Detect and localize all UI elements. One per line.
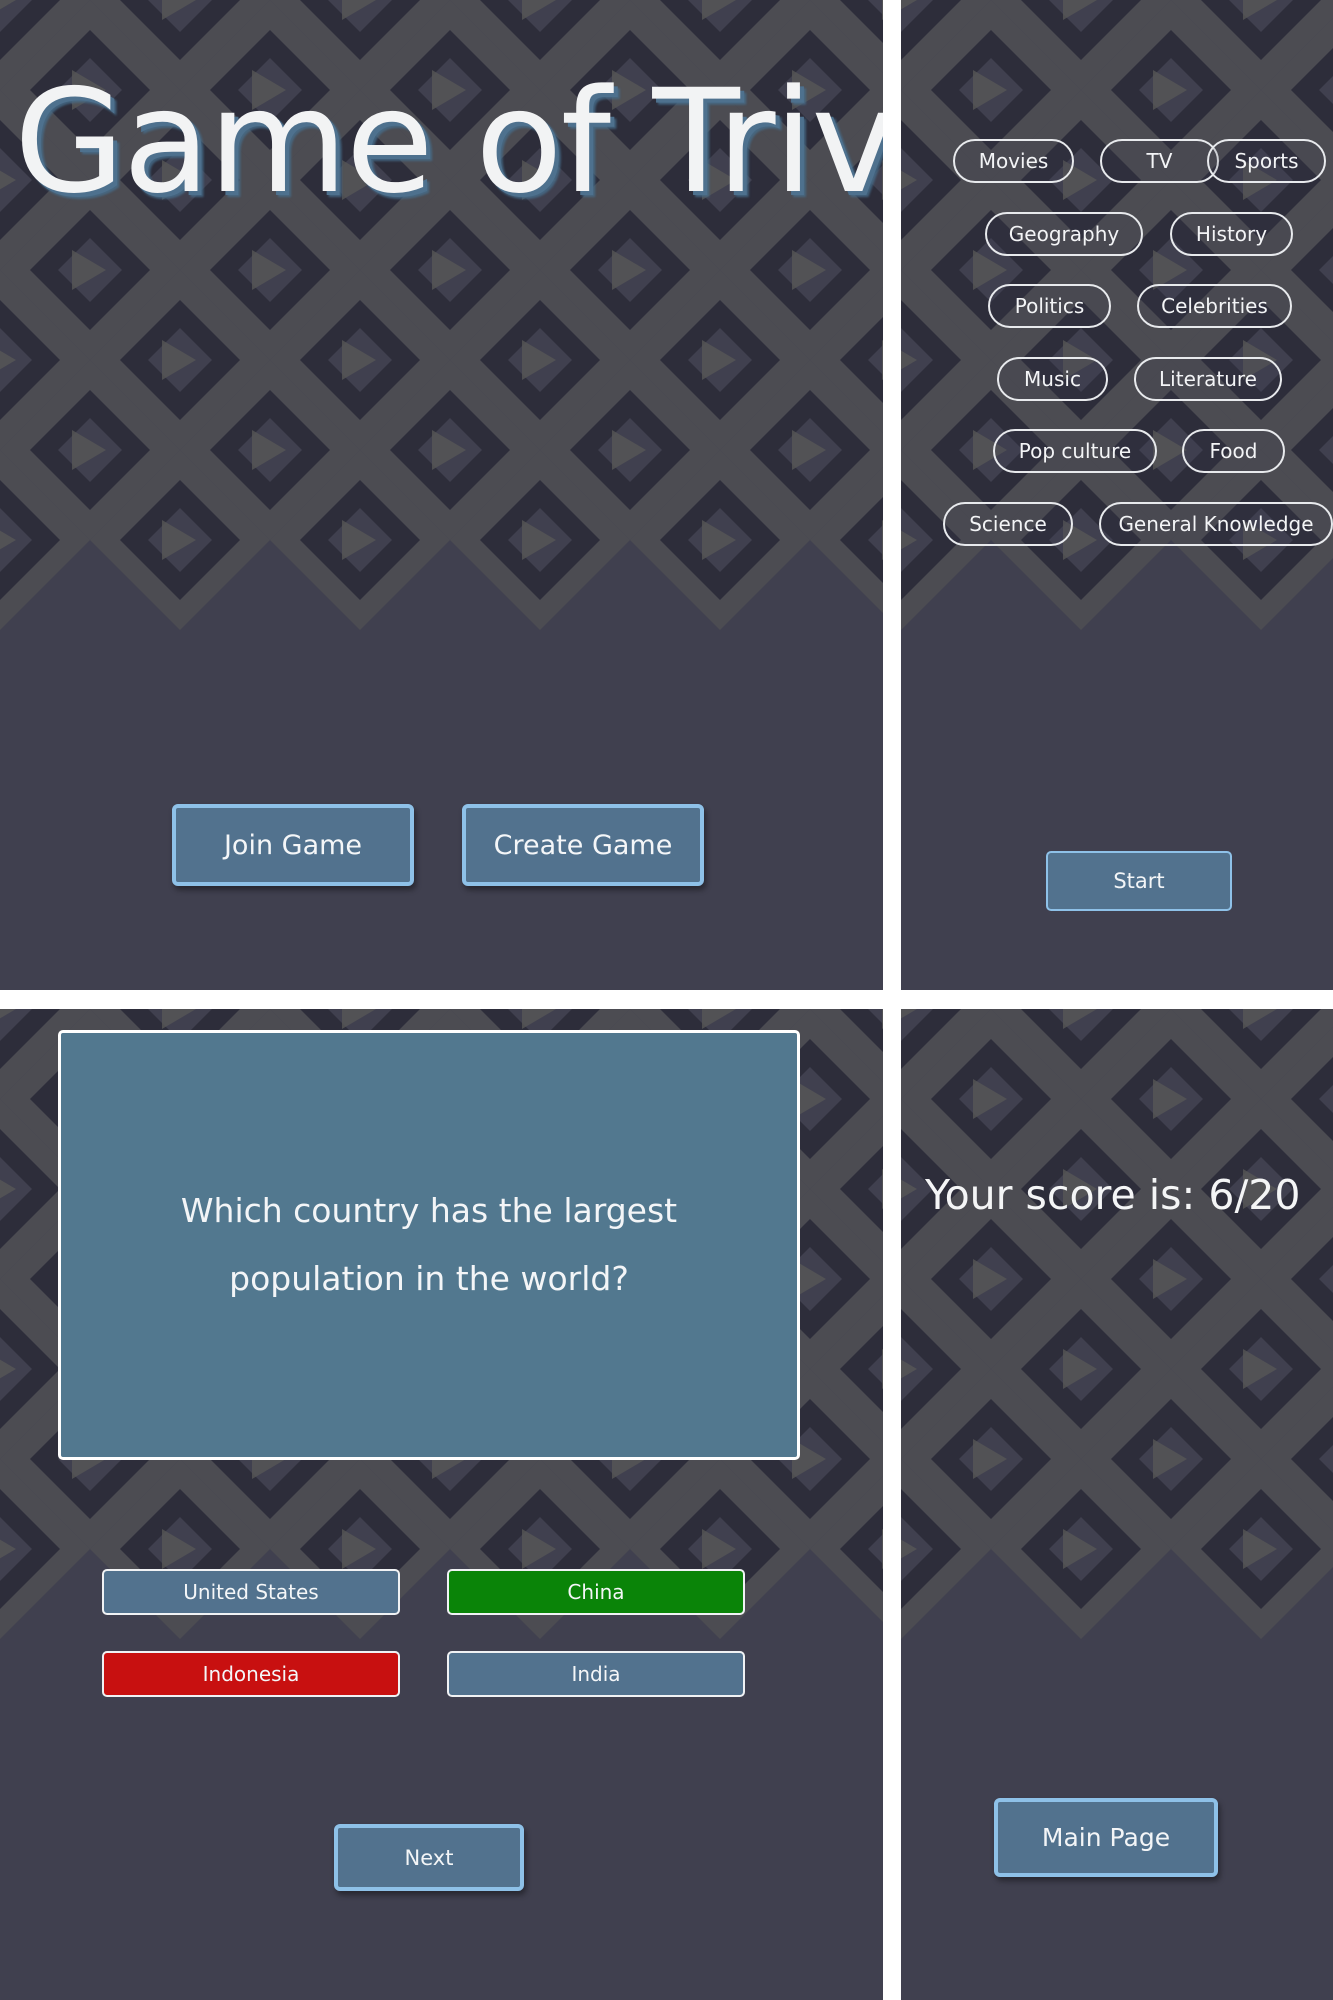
category-chip-sports[interactable]: Sports (1207, 139, 1326, 183)
category-chip-geography[interactable]: Geography (985, 212, 1143, 256)
category-chip-general-knowledge[interactable]: General Knowledge (1099, 502, 1333, 546)
category-chip-food[interactable]: Food (1182, 429, 1285, 473)
main-page-button[interactable]: Main Page (994, 1798, 1218, 1877)
create-game-button[interactable]: Create Game (462, 804, 704, 886)
question-card: Which country has the largest population… (58, 1030, 800, 1460)
category-chip-literature[interactable]: Literature (1134, 357, 1282, 401)
answer-button[interactable]: India (447, 1651, 745, 1697)
score-text: Your score is: 6/20 (925, 1171, 1301, 1219)
category-chip-tv[interactable]: TV (1100, 139, 1219, 183)
start-button[interactable]: Start (1046, 851, 1232, 911)
result-screen: Your score is: 6/20 Main Page (901, 1009, 1333, 2000)
home-screen: Game of Trivia Join Game Create Game (0, 0, 883, 990)
answer-button[interactable]: United States (102, 1569, 400, 1615)
page-title: Game of Trivia (14, 58, 883, 225)
answer-button[interactable]: Indonesia (102, 1651, 400, 1697)
category-screen: Movies TV Sports Geography History Polit… (901, 0, 1333, 990)
category-chip-movies[interactable]: Movies (953, 139, 1074, 183)
category-chip-history[interactable]: History (1170, 212, 1293, 256)
join-game-button[interactable]: Join Game (172, 804, 414, 886)
category-chip-science[interactable]: Science (943, 502, 1073, 546)
category-chip-celebrities[interactable]: Celebrities (1137, 284, 1292, 328)
question-text: Which country has the largest population… (180, 1191, 678, 1298)
category-chip-politics[interactable]: Politics (988, 284, 1111, 328)
category-chip-music[interactable]: Music (997, 357, 1108, 401)
category-chip-pop-culture[interactable]: Pop culture (993, 429, 1157, 473)
answer-button[interactable]: China (447, 1569, 745, 1615)
question-screen: Which country has the largest population… (0, 1009, 883, 2000)
next-button[interactable]: Next (334, 1824, 524, 1891)
